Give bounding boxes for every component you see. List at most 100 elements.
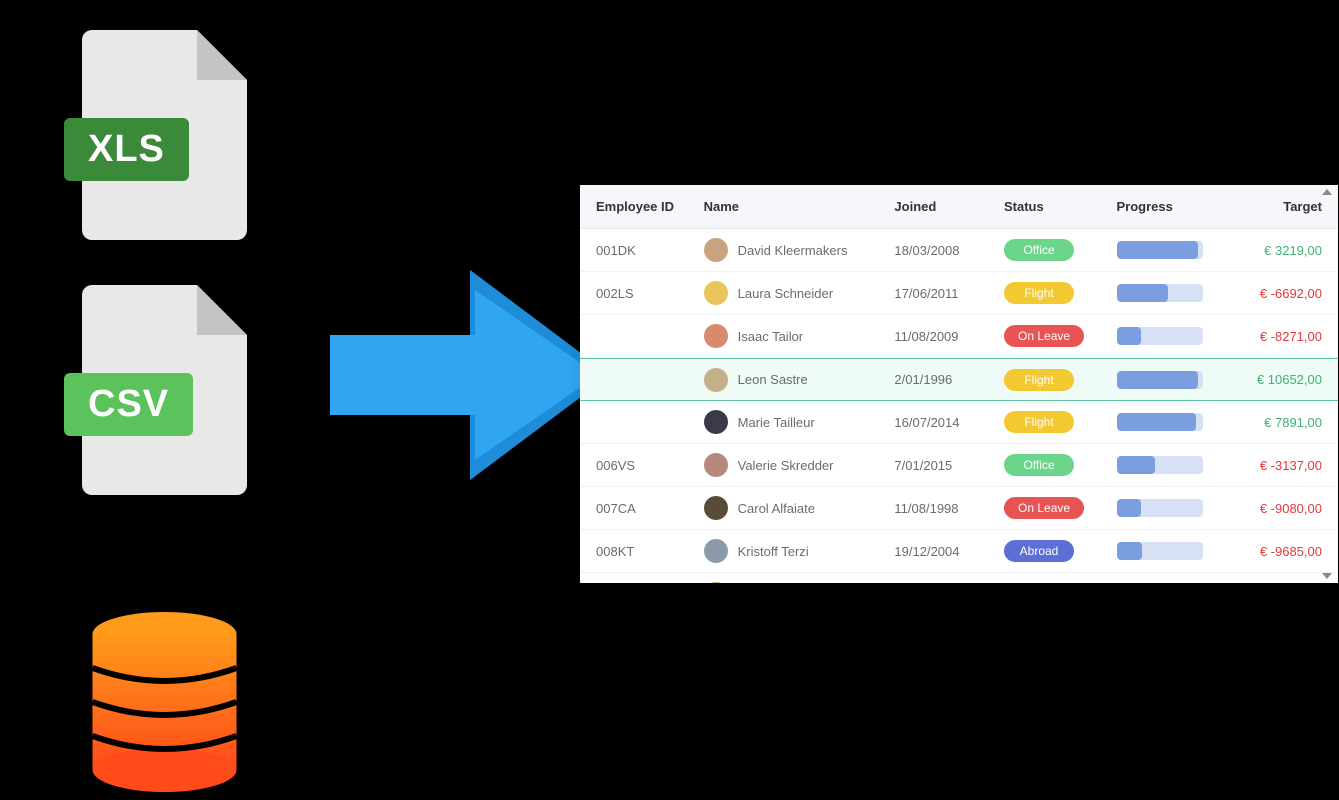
cell-joined: 2/01/1996: [894, 372, 1004, 387]
progress-bar: [1117, 371, 1203, 389]
cell-employee-id: 008KT: [596, 544, 704, 559]
xls-file-icon: XLS: [82, 30, 247, 240]
cell-status: On Leave: [1004, 497, 1117, 519]
file-shape: CSV: [82, 285, 247, 495]
file-shape: XLS: [82, 30, 247, 240]
employee-name: David Kleermakers: [738, 243, 848, 258]
cell-progress: [1117, 413, 1230, 431]
table-body: 001DKDavid Kleermakers18/03/2008Office€ …: [580, 229, 1338, 583]
cell-joined: 17/06/2011: [894, 286, 1004, 301]
xls-label: XLS: [64, 118, 189, 181]
table-row[interactable]: 006VS Valerie Skredder 7/01/2015Office € -3…: [580, 444, 1338, 487]
cell-progress: [1117, 542, 1230, 560]
cell-joined: 7/01/2015: [894, 458, 1004, 473]
cell-name: Kristoff Terzi: [704, 539, 895, 563]
cell-status: Abroad: [1004, 540, 1117, 562]
avatar: [704, 539, 728, 563]
file-fold-icon: [197, 285, 247, 335]
cell-status: Flight: [1004, 411, 1117, 433]
header-employee-id[interactable]: Employee ID: [596, 199, 704, 214]
csv-file-icon: CSV: [82, 285, 247, 495]
cell-name: Valerie Skredder: [704, 453, 895, 477]
avatar: [704, 281, 728, 305]
cell-target: € -9685,00: [1229, 544, 1322, 559]
table-row[interactable]: 002LSLaura Schneider17/06/2011Flight € -6…: [580, 272, 1338, 315]
table-row[interactable]: Leon Sastre 2/01/1996Flight € 10652,00: [580, 358, 1338, 401]
employee-name: Kristoff Terzi: [738, 544, 809, 559]
status-badge: Office: [1004, 454, 1074, 476]
progress-bar: [1117, 284, 1203, 302]
cell-joined: 11/08/1998: [894, 501, 1004, 516]
table-row[interactable]: Isaac Tailor 11/08/2009On Leave € -8271,00: [580, 315, 1338, 358]
header-progress[interactable]: Progress: [1117, 199, 1230, 214]
cell-employee-id: 006VS: [596, 458, 704, 473]
progress-fill: [1117, 413, 1196, 431]
database-icon: [92, 612, 237, 797]
employee-name: Leon Sastre: [738, 372, 808, 387]
arrow-icon: [320, 260, 620, 490]
csv-label: CSV: [64, 373, 193, 436]
header-target[interactable]: Target: [1229, 199, 1322, 214]
cell-name: Isaac Tailor: [704, 324, 895, 348]
cell-status: Flight: [1004, 282, 1117, 304]
cell-target: € -8271,00: [1229, 329, 1322, 344]
status-badge: Flight: [1004, 369, 1074, 391]
header-status[interactable]: Status: [1004, 199, 1117, 214]
table-row[interactable]: Marie Tailleur16/07/2014Flight€ 7891,00: [580, 401, 1338, 444]
employee-table: Employee ID Name Joined Status Progress …: [580, 185, 1338, 583]
scroll-up-icon[interactable]: [1322, 189, 1332, 195]
cell-joined: 18/03/2008: [894, 243, 1004, 258]
cell-employee-id: 002LS: [596, 286, 704, 301]
status-badge: On Leave: [1004, 325, 1084, 347]
cell-progress: [1117, 241, 1230, 259]
table-header-row: Employee ID Name Joined Status Progress …: [580, 185, 1338, 229]
cell-name: Laura Schneider: [704, 281, 895, 305]
status-badge: Flight: [1004, 282, 1074, 304]
cell-progress: [1117, 284, 1230, 302]
employee-name: Marie Tailleur: [738, 415, 815, 430]
cell-joined: 19/12/2004: [894, 544, 1004, 559]
cell-employee-id: 001DK: [596, 243, 704, 258]
employee-name: Valerie Skredder: [738, 458, 834, 473]
progress-bar: [1117, 542, 1203, 560]
scroll-down-icon[interactable]: [1322, 573, 1332, 579]
cell-name: Arthur Skraddare: [704, 582, 895, 583]
cell-target: € 10652,00: [1229, 372, 1322, 387]
progress-fill: [1117, 241, 1199, 259]
cell-name: David Kleermakers: [704, 238, 895, 262]
cell-target: € -6692,00: [1229, 286, 1322, 301]
avatar: [704, 368, 728, 392]
employee-name: Carol Alfaiate: [738, 501, 815, 516]
employee-name: Isaac Tailor: [738, 329, 804, 344]
cell-target: € -3137,00: [1229, 458, 1322, 473]
progress-fill: [1117, 499, 1141, 517]
progress-fill: [1117, 371, 1199, 389]
cell-progress: [1117, 371, 1230, 389]
status-badge: Abroad: [1004, 540, 1074, 562]
progress-bar: [1117, 499, 1203, 517]
cell-joined: 16/07/2014: [894, 415, 1004, 430]
status-badge: Office: [1004, 239, 1074, 261]
avatar: [704, 238, 728, 262]
cell-name: Carol Alfaiate: [704, 496, 895, 520]
file-fold-icon: [197, 30, 247, 80]
header-joined[interactable]: Joined: [894, 199, 1004, 214]
avatar: [704, 582, 728, 583]
table-row[interactable]: 007CA Carol Alfaiate 11/08/1998On Leave € -…: [580, 487, 1338, 530]
header-name[interactable]: Name: [704, 199, 895, 214]
progress-fill: [1117, 327, 1141, 345]
progress-fill: [1117, 284, 1169, 302]
cell-target: € 3219,00: [1229, 243, 1322, 258]
table-row[interactable]: 008KT Kristoff Terzi 19/12/2004Abroad € -96…: [580, 530, 1338, 573]
cell-progress: [1117, 327, 1230, 345]
avatar: [704, 453, 728, 477]
cell-status: On Leave: [1004, 325, 1117, 347]
cell-joined: 11/08/2009: [894, 329, 1004, 344]
table-row[interactable]: 009RSArthur Skraddare24/04/2007Abroad€ -…: [580, 573, 1338, 583]
cell-employee-id: 007CA: [596, 501, 704, 516]
cell-status: Office: [1004, 239, 1117, 261]
progress-bar: [1117, 327, 1203, 345]
avatar: [704, 410, 728, 434]
table-row[interactable]: 001DK David Kleermakers 18/03/2008Office € …: [580, 229, 1338, 272]
cell-target: € -9080,00: [1229, 501, 1322, 516]
